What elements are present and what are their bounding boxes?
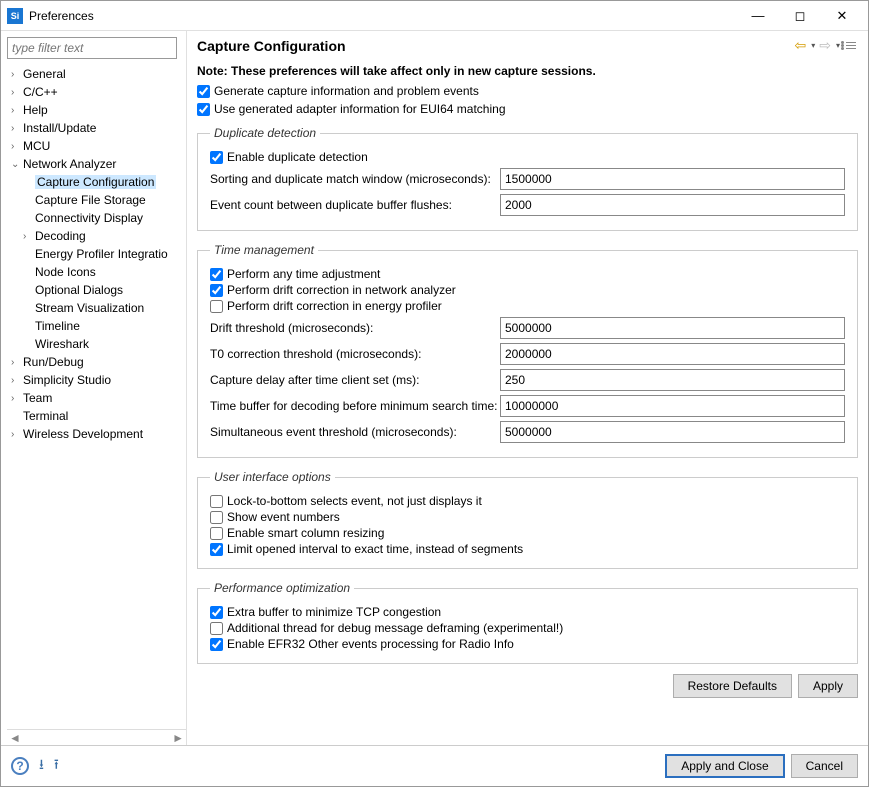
performance-group: Performance optimization Extra buffer to… <box>197 581 858 664</box>
tree-item[interactable]: Timeline <box>7 317 186 335</box>
help-icon[interactable]: ? <box>11 757 29 775</box>
apply-button[interactable]: Apply <box>798 674 858 698</box>
perform-any-checkbox[interactable] <box>210 268 223 281</box>
tree-item[interactable]: ›Team <box>7 389 186 407</box>
additional-thread-label: Additional thread for debug message defr… <box>227 621 563 635</box>
restore-defaults-button[interactable]: Restore Defaults <box>673 674 792 698</box>
tree-item[interactable]: Stream Visualization <box>7 299 186 317</box>
window-title: Preferences <box>29 9 738 23</box>
duplicate-legend: Duplicate detection <box>210 126 320 140</box>
tree-item[interactable]: ›Simplicity Studio <box>7 371 186 389</box>
drift-na-label: Perform drift correction in network anal… <box>227 283 456 297</box>
drift-ep-label: Perform drift correction in energy profi… <box>227 299 442 313</box>
enable-dup-label: Enable duplicate detection <box>227 150 368 164</box>
tree-item[interactable]: Node Icons <box>7 263 186 281</box>
tree-item[interactable]: ›Wireless Development <box>7 425 186 443</box>
t0-threshold-input[interactable] <box>500 343 845 365</box>
page-title: Capture Configuration <box>197 38 795 54</box>
tree-item[interactable]: ›Decoding <box>7 227 186 245</box>
close-button[interactable]: ✕ <box>822 2 862 30</box>
tree-item[interactable]: ›Run/Debug <box>7 353 186 371</box>
use-adapter-checkbox[interactable] <box>197 103 210 116</box>
time-buffer-input[interactable] <box>500 395 845 417</box>
additional-thread-checkbox[interactable] <box>210 622 223 635</box>
time-legend: Time management <box>210 243 318 257</box>
generate-info-checkbox[interactable] <box>197 85 210 98</box>
note-text: Note: These preferences will take affect… <box>197 64 858 78</box>
sim-threshold-input[interactable] <box>500 421 845 443</box>
drift-ep-checkbox[interactable] <box>210 300 223 313</box>
horizontal-scrollbar[interactable]: ◄► <box>7 729 186 745</box>
tree-item[interactable]: Optional Dialogs <box>7 281 186 299</box>
sidebar: ›General›C/C++›Help›Install/Update›MCU⌄N… <box>1 31 187 745</box>
lock-bottom-checkbox[interactable] <box>210 495 223 508</box>
sort-window-input[interactable] <box>500 168 845 190</box>
sort-window-label: Sorting and duplicate match window (micr… <box>210 172 500 186</box>
drift-threshold-input[interactable] <box>500 317 845 339</box>
smart-resize-checkbox[interactable] <box>210 527 223 540</box>
duplicate-detection-group: Duplicate detection Enable duplicate det… <box>197 126 858 231</box>
drift-threshold-label: Drift threshold (microseconds): <box>210 321 500 335</box>
tree-item[interactable]: ›Help <box>7 101 186 119</box>
ui-options-group: User interface options Lock-to-bottom se… <box>197 470 858 569</box>
view-menu-icon[interactable] <box>844 40 858 51</box>
tree-item[interactable]: Capture Configuration <box>7 173 186 191</box>
smart-resize-label: Enable smart column resizing <box>227 526 384 540</box>
bottom-bar: ? ⭳ ⭱ Apply and Close Cancel <box>1 745 868 786</box>
forward-icon[interactable]: ⇨ <box>819 37 831 54</box>
filter-input[interactable] <box>7 37 177 59</box>
use-adapter-label: Use generated adapter information for EU… <box>214 102 506 116</box>
tree-item[interactable]: ⌄Network Analyzer <box>7 155 186 173</box>
titlebar: Si Preferences — ◻ ✕ <box>1 1 868 31</box>
lock-bottom-label: Lock-to-bottom selects event, not just d… <box>227 494 482 508</box>
show-nums-label: Show event numbers <box>227 510 340 524</box>
t0-threshold-label: T0 correction threshold (microseconds): <box>210 347 500 361</box>
tree-item[interactable]: ›C/C++ <box>7 83 186 101</box>
sim-threshold-label: Simultaneous event threshold (microsecon… <box>210 425 500 439</box>
tree-item[interactable]: Connectivity Display <box>7 209 186 227</box>
limit-interval-label: Limit opened interval to exact time, ins… <box>227 542 523 556</box>
cancel-button[interactable]: Cancel <box>791 754 858 778</box>
tree-item[interactable]: Energy Profiler Integratio <box>7 245 186 263</box>
event-count-label: Event count between duplicate buffer flu… <box>210 198 500 212</box>
efr32-checkbox[interactable] <box>210 638 223 651</box>
tree-item[interactable]: ›General <box>7 65 186 83</box>
perf-legend: Performance optimization <box>210 581 354 595</box>
generate-info-label: Generate capture information and problem… <box>214 84 479 98</box>
event-count-input[interactable] <box>500 194 845 216</box>
app-icon: Si <box>7 8 23 24</box>
efr32-label: Enable EFR32 Other events processing for… <box>227 637 514 651</box>
ui-legend: User interface options <box>210 470 335 484</box>
time-management-group: Time management Perform any time adjustm… <box>197 243 858 458</box>
show-nums-checkbox[interactable] <box>210 511 223 524</box>
minimize-button[interactable]: — <box>738 2 778 30</box>
enable-dup-checkbox[interactable] <box>210 151 223 164</box>
tree-item[interactable]: Terminal <box>7 407 186 425</box>
tree-item[interactable]: Wireshark <box>7 335 186 353</box>
apply-and-close-button[interactable]: Apply and Close <box>665 754 784 778</box>
tree-item[interactable]: Capture File Storage <box>7 191 186 209</box>
tree-item[interactable]: ›MCU <box>7 137 186 155</box>
import-icon[interactable]: ⭳ <box>39 754 44 778</box>
drift-na-checkbox[interactable] <box>210 284 223 297</box>
back-menu-caret[interactable]: ▾ <box>811 41 815 50</box>
tree-item[interactable]: ›Install/Update <box>7 119 186 137</box>
preferences-tree[interactable]: ›General›C/C++›Help›Install/Update›MCU⌄N… <box>7 65 186 729</box>
perform-any-label: Perform any time adjustment <box>227 267 380 281</box>
export-icon[interactable]: ⭱ <box>54 754 59 778</box>
forward-menu-caret[interactable]: ▾ <box>836 41 840 50</box>
limit-interval-checkbox[interactable] <box>210 543 223 556</box>
extra-buffer-checkbox[interactable] <box>210 606 223 619</box>
content-pane: Capture Configuration ⇦ ▾ ⇨ ▾ Note: These … <box>187 31 868 745</box>
time-buffer-label: Time buffer for decoding before minimum … <box>210 399 500 413</box>
capture-delay-label: Capture delay after time client set (ms)… <box>210 373 500 387</box>
extra-buffer-label: Extra buffer to minimize TCP congestion <box>227 605 441 619</box>
maximize-button[interactable]: ◻ <box>780 2 820 30</box>
back-icon[interactable]: ⇦ <box>795 37 807 54</box>
capture-delay-input[interactable] <box>500 369 845 391</box>
